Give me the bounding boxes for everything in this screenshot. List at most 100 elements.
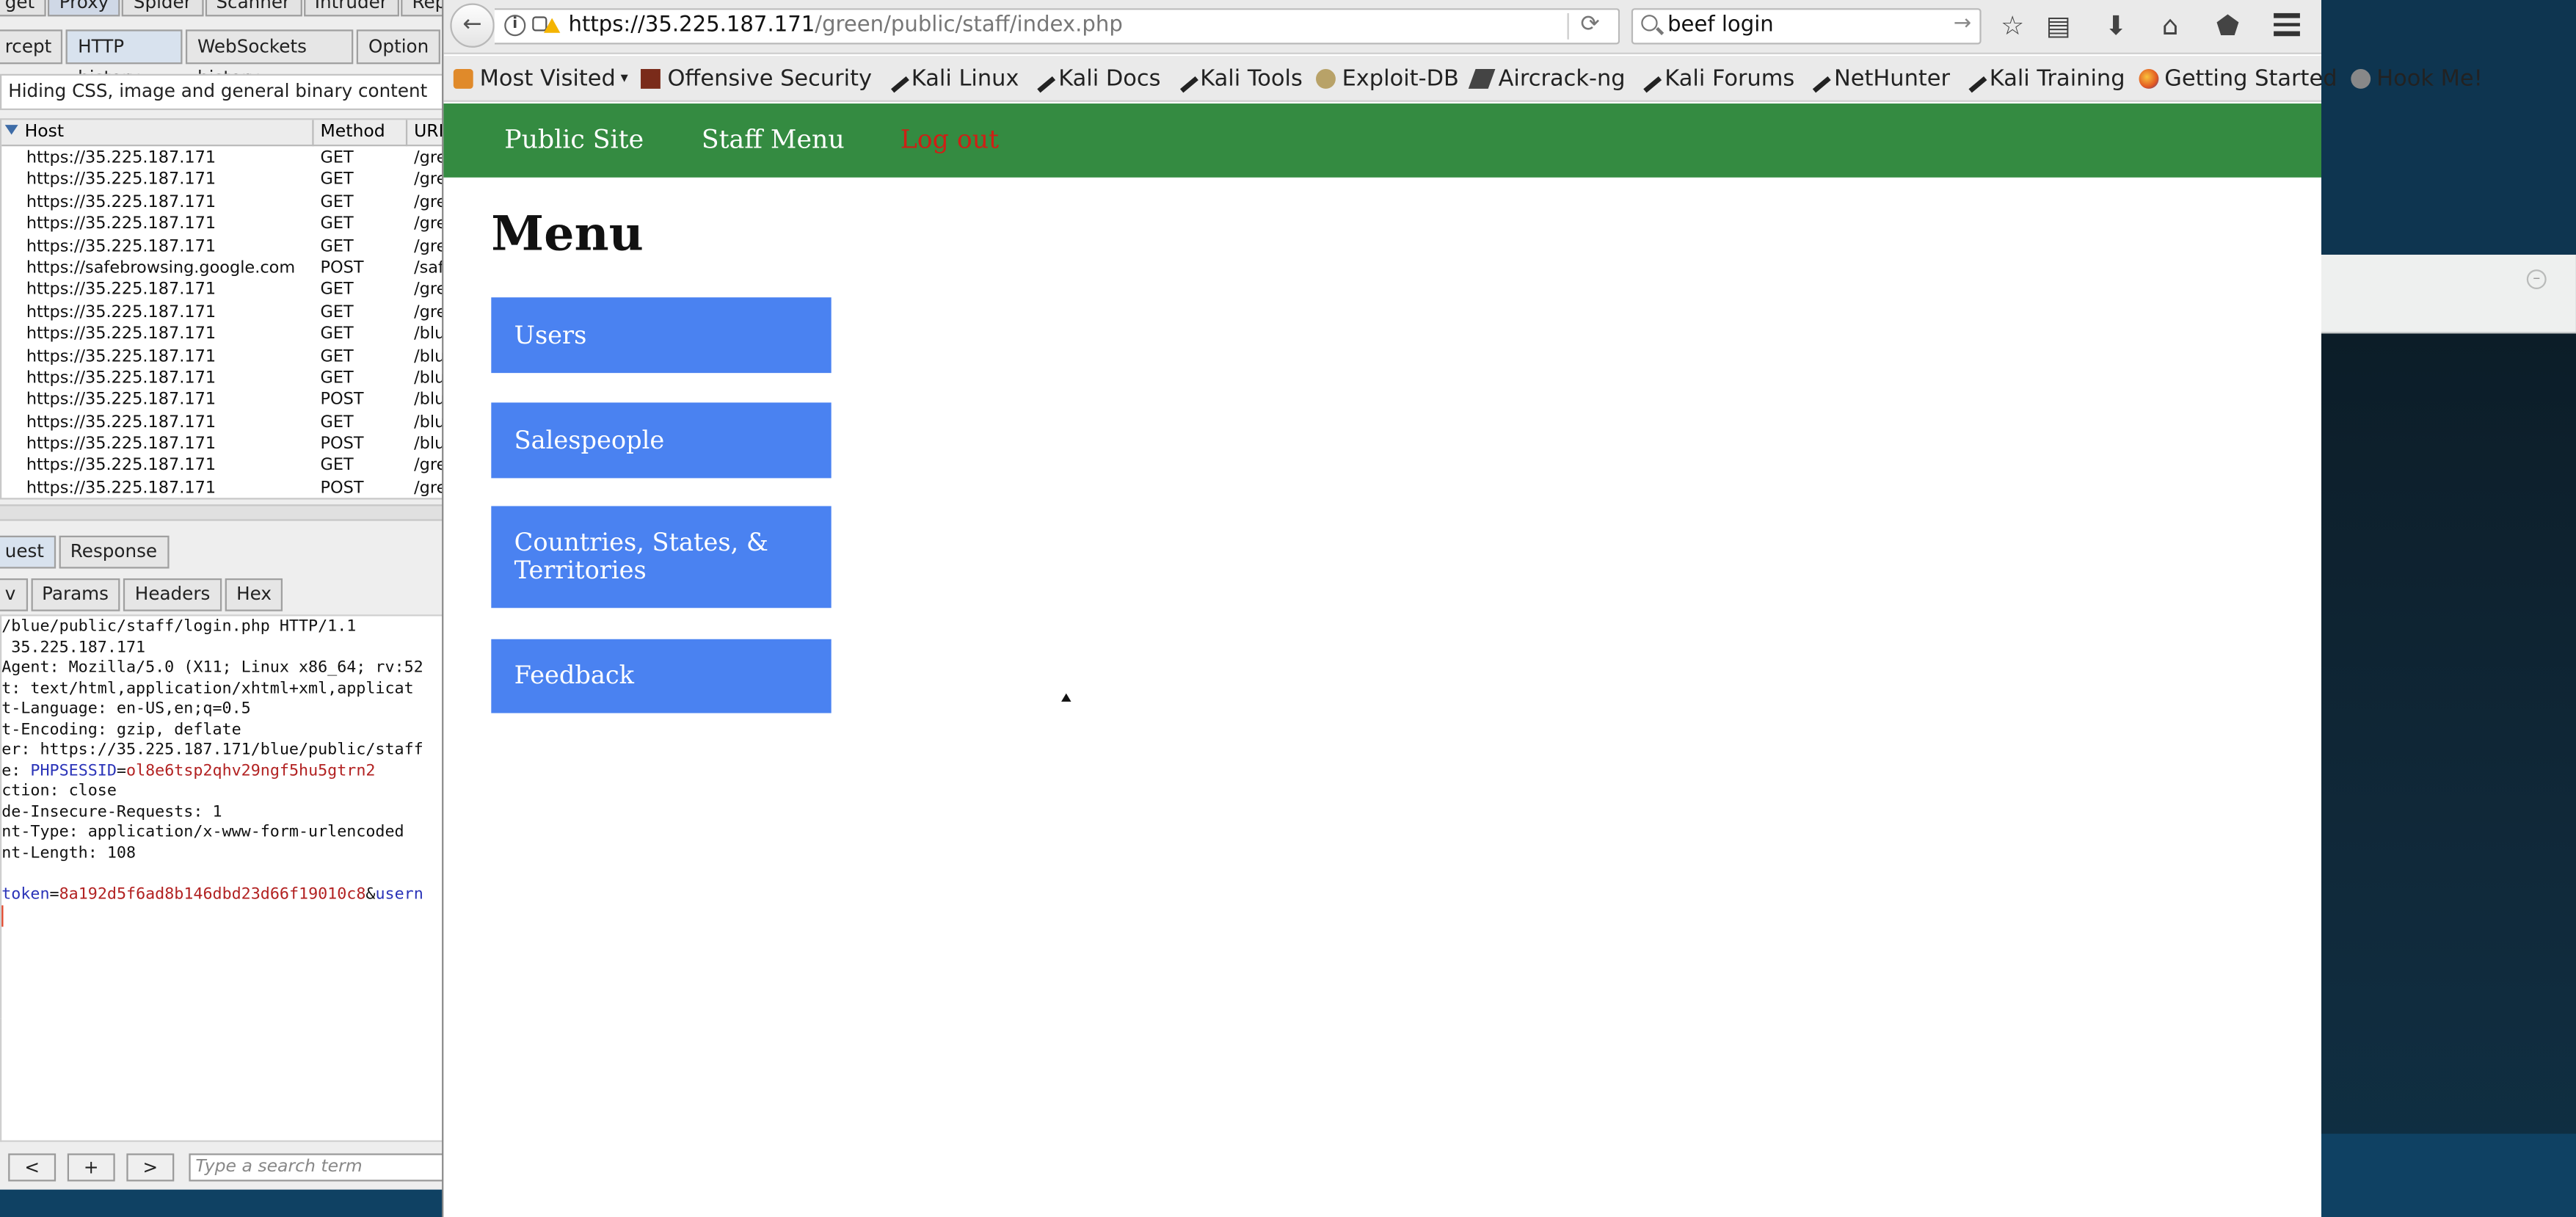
bookmark-kali-docs[interactable]: Kali Docs: [1027, 64, 1161, 92]
bookmark-nethunter[interactable]: NetHunter: [1803, 64, 1950, 92]
site-navigation: Public Site Staff Menu Log out: [443, 103, 2322, 178]
table-header: Host Method URL: [1, 120, 444, 147]
table-row[interactable]: https://35.225.187.171 GET/gre: [1, 238, 444, 260]
tab-options[interactable]: Option: [357, 29, 440, 65]
message-view-tabs: v Params Headers Hex: [0, 578, 286, 611]
table-row[interactable]: https://35.225.187.171 GET/blu: [1, 413, 444, 435]
cell-url: /gre: [414, 303, 444, 322]
tab-response[interactable]: Response: [59, 535, 169, 569]
nav-staff-menu[interactable]: Staff Menu: [702, 125, 845, 154]
table-row[interactable]: https://35.225.187.171 GET/gre: [1, 303, 444, 326]
bookmark-kali-training[interactable]: Kali Training: [1959, 64, 2125, 92]
menu-salespeople-button[interactable]: Salespeople: [491, 402, 832, 479]
hamburger-menu-icon[interactable]: [2274, 12, 2300, 36]
bookmark-kali-forums[interactable]: Kali Forums: [1634, 64, 1794, 92]
kali-dragon-icon: [881, 64, 909, 92]
pane-splitter[interactable]: [0, 504, 444, 521]
table-row[interactable]: https://35.225.187.171 GET/gre: [1, 457, 444, 479]
minimize-icon[interactable]: –: [2526, 269, 2547, 289]
request-response-tabs: uest Response: [0, 535, 172, 569]
table-row[interactable]: https://35.225.187.171 GET/gre: [1, 193, 444, 216]
tab-scanner[interactable]: Scanner: [204, 0, 302, 17]
tab-websockets-history[interactable]: WebSockets history: [186, 29, 354, 89]
pocket-icon[interactable]: ⬟: [2211, 10, 2244, 43]
page-title: Menu: [491, 205, 644, 261]
cell-method: GET: [320, 325, 354, 344]
nav-public-site[interactable]: Public Site: [504, 125, 644, 154]
table-body: https://35.225.187.171 GET/gre https://35.…: [1, 150, 444, 502]
table-row[interactable]: https://safebrowsing.google.com POST/saf: [1, 260, 444, 282]
tab-params[interactable]: Params: [30, 578, 120, 611]
tab-headers[interactable]: Headers: [123, 578, 222, 611]
url-bar[interactable]: i https://35.225.187.171/green/public/st…: [494, 8, 1620, 45]
column-url[interactable]: URL: [414, 122, 443, 142]
kali-dragon-icon: [1169, 64, 1198, 92]
bookmark-exploit-db[interactable]: Exploit-DB: [1315, 65, 1459, 91]
bookmark-most-visited[interactable]: Most Visited ▾: [453, 65, 628, 91]
table-row[interactable]: https://35.225.187.171 GET/blu: [1, 369, 444, 391]
cell-host: https://35.225.187.171: [26, 325, 217, 344]
kali-dragon-icon: [1803, 64, 1832, 92]
tab-intruder[interactable]: Intruder: [303, 0, 399, 17]
sort-arrow-icon[interactable]: [4, 125, 18, 135]
menu-users-button[interactable]: Users: [491, 297, 832, 374]
cell-method: GET: [320, 347, 354, 366]
tab-raw[interactable]: v: [0, 578, 27, 611]
search-input[interactable]: Type a search term: [189, 1153, 444, 1182]
download-icon[interactable]: ⬇: [2100, 10, 2133, 43]
tab-hex[interactable]: Hex: [225, 578, 283, 611]
cell-method: GET: [320, 171, 354, 190]
kali-dragon-icon: [1959, 64, 1987, 92]
info-icon[interactable]: i: [504, 15, 526, 37]
go-arrow-icon[interactable]: →: [1954, 12, 1971, 37]
reload-icon[interactable]: ⟳: [1580, 12, 1599, 38]
star-icon[interactable]: ☆: [1996, 10, 2029, 43]
tab-spider[interactable]: Spider: [122, 0, 203, 17]
url-text[interactable]: https://35.225.187.171/green/public/staf…: [569, 13, 1123, 38]
tab-proxy[interactable]: Proxy: [48, 0, 120, 17]
request-line-cookie: e: PHPSESSID=ol8e6tsp2qhv29ngf5hu5gtrn2: [1, 761, 376, 780]
tab-http-history[interactable]: HTTP history: [66, 29, 183, 89]
bookmark-hook-me[interactable]: Hook Me!: [2350, 65, 2483, 91]
exploit-db-icon: [1315, 68, 1336, 88]
add-button[interactable]: +: [67, 1153, 115, 1182]
bookmark-kali-tools[interactable]: Kali Tools: [1169, 64, 1303, 92]
search-query[interactable]: beef login: [1667, 13, 1774, 38]
table-row[interactable]: https://35.225.187.171 GET/blu: [1, 347, 444, 369]
tab-target[interactable]: get: [0, 0, 46, 17]
tab-repeater[interactable]: Repeat: [400, 0, 444, 17]
table-row[interactable]: https://35.225.187.171 POST/blu: [1, 391, 444, 413]
desktop-background: –: [2321, 0, 2576, 1217]
table-row[interactable]: https://35.225.187.171 GET/gre: [1, 216, 444, 238]
cell-method: GET: [320, 193, 354, 212]
search-bar[interactable]: beef login →: [1631, 8, 1982, 45]
tab-intercept[interactable]: rcept: [0, 29, 63, 65]
column-host[interactable]: Host: [25, 122, 65, 142]
cell-url: /blu: [414, 435, 444, 454]
table-row[interactable]: https://35.225.187.171 POST/gre: [1, 479, 444, 501]
filter-bar[interactable]: Hiding CSS, image and general binary con…: [0, 73, 444, 110]
table-row[interactable]: https://35.225.187.171 POST/blu: [1, 435, 444, 457]
bookmark-offensive-security[interactable]: Offensive Security: [641, 65, 872, 91]
tab-request[interactable]: uest: [0, 535, 56, 569]
prev-button[interactable]: <: [8, 1153, 57, 1182]
cell-url: /blu: [414, 413, 444, 432]
menu-countries-button[interactable]: Countries, States, & Territories: [491, 506, 832, 608]
bookmark-kali-linux[interactable]: Kali Linux: [881, 64, 1019, 92]
reading-list-icon[interactable]: ▤: [2042, 10, 2075, 43]
table-row[interactable]: https://35.225.187.171 GET/gre: [1, 171, 444, 194]
back-button[interactable]: ←: [450, 3, 495, 48]
home-icon[interactable]: ⌂: [2154, 10, 2187, 43]
next-button[interactable]: >: [126, 1153, 175, 1182]
cell-method: GET: [320, 281, 354, 300]
table-row[interactable]: https://35.225.187.171 GET/gre: [1, 150, 444, 172]
table-row[interactable]: https://35.225.187.171 GET/gre: [1, 281, 444, 304]
bookmark-aircrack-ng[interactable]: Aircrack-ng: [1468, 65, 1626, 91]
bookmark-getting-started[interactable]: Getting Started: [2138, 65, 2337, 91]
cell-url: /blu: [414, 391, 444, 410]
request-editor[interactable]: /blue/public/staff/login.php HTTP/1.1 35…: [0, 614, 444, 1025]
column-method[interactable]: Method: [321, 122, 385, 142]
nav-log-out[interactable]: Log out: [900, 125, 999, 154]
menu-feedback-button[interactable]: Feedback: [491, 639, 832, 713]
table-row[interactable]: https://35.225.187.171 GET/blu: [1, 325, 444, 348]
